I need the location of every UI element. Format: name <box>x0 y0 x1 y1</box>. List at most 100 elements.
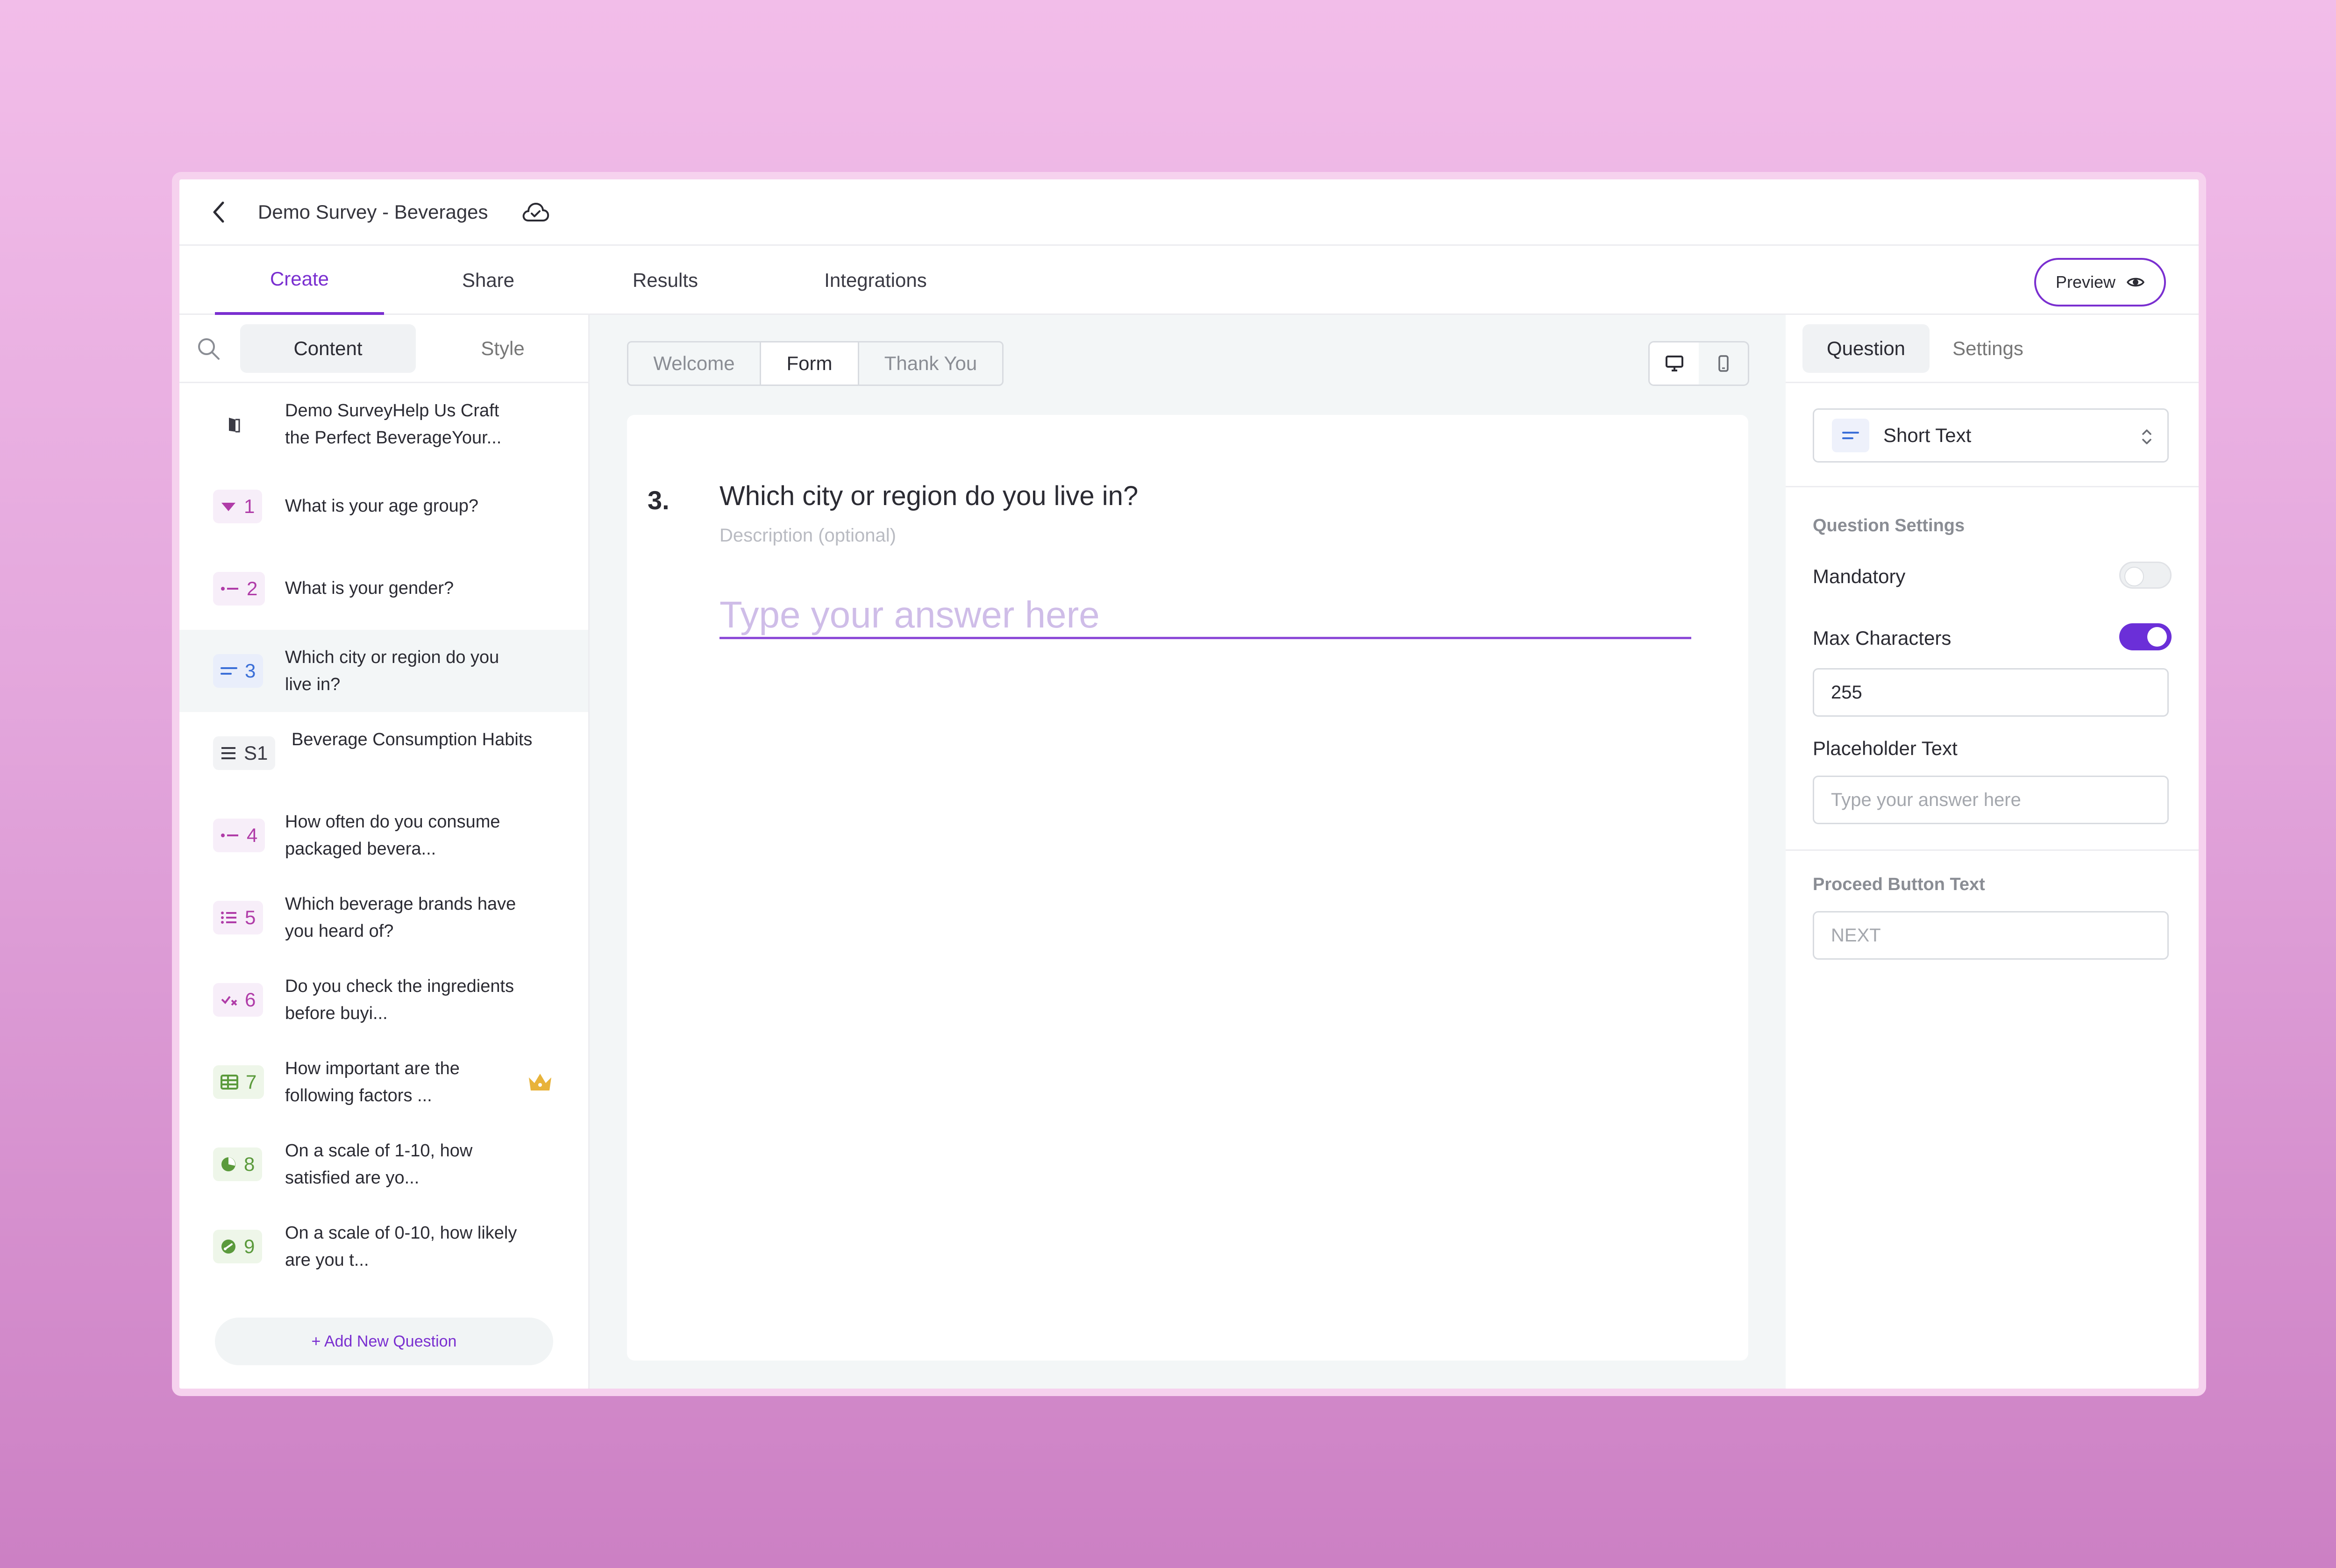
add-new-question-button[interactable]: + Add New Question <box>215 1318 553 1365</box>
crown-icon <box>529 1074 551 1090</box>
tab-share[interactable]: Share <box>427 246 549 315</box>
list-item-text: Do you check the ingredients before buyi… <box>285 976 514 1023</box>
list-item[interactable]: 6 Do you check the ingredients before bu… <box>179 959 588 1041</box>
tab-integrations[interactable]: Integrations <box>777 246 974 315</box>
list-item-text: Beverage Consumption Habits <box>292 730 533 749</box>
question-title[interactable]: Which city or region do you live in? <box>719 480 1138 512</box>
proceed-button-text-heading: Proceed Button Text <box>1813 875 1985 894</box>
question-number: 3. <box>648 485 669 515</box>
tab-thank-you[interactable]: Thank You <box>859 342 1002 385</box>
question-type-label: Short Text <box>1883 424 1972 446</box>
question-badge: 2 <box>213 572 265 606</box>
list-item[interactable]: 4 How often do you consume packaged beve… <box>179 794 588 877</box>
app-window: Demo Survey - Beverages Create Share Res… <box>172 172 2206 1396</box>
question-list-panel: Content Style Demo SurveyHelp Us Craft t… <box>179 315 590 1389</box>
list-item-selected[interactable]: 3 Which city or region do you live in? <box>179 630 588 712</box>
single-choice-icon <box>221 587 238 591</box>
settings-tabs: Question Settings <box>1786 315 2199 383</box>
list-item[interactable]: 5 Which beverage brands have you heard o… <box>179 877 588 959</box>
placeholder-text-input[interactable]: Type your answer here <box>1813 776 2169 824</box>
short-text-icon <box>221 667 237 675</box>
view-tabs: Welcome Form Thank You <box>627 341 1004 386</box>
tab-form[interactable]: Form <box>761 342 859 385</box>
divider <box>1786 849 2199 851</box>
back-button[interactable] <box>207 201 230 223</box>
question-description[interactable]: Description (optional) <box>719 525 896 546</box>
preview-button[interactable]: Preview <box>2034 258 2166 306</box>
question-badge: 4 <box>213 819 265 852</box>
badge-number: 5 <box>245 906 256 928</box>
badge-number: 2 <box>247 577 258 599</box>
content-style-switch: Content Style <box>179 315 588 383</box>
list-item-text: On a scale of 0-10, how likely are you t… <box>285 1223 517 1270</box>
desktop-icon <box>1665 356 1683 371</box>
tab-results[interactable]: Results <box>591 246 740 315</box>
single-choice-icon <box>221 834 238 837</box>
device-toggle <box>1648 341 1749 386</box>
tab-welcome[interactable]: Welcome <box>628 342 761 385</box>
style-segment[interactable]: Style <box>416 324 590 373</box>
proceed-button-text-input[interactable]: NEXT <box>1813 911 2169 960</box>
door-icon <box>224 407 243 441</box>
dropdown-icon <box>221 503 235 511</box>
divider <box>1786 486 2199 487</box>
list-item-text: How important are the following factors … <box>285 1059 460 1105</box>
list-item-text: Which city or region do you live in? <box>285 648 499 694</box>
mandatory-label: Mandatory <box>1813 565 1906 587</box>
list-item-text: On a scale of 1-10, how satisfied are yo… <box>285 1141 473 1188</box>
question-badge: 7 <box>213 1065 264 1099</box>
settings-panel: Question Settings Short Text Question Se… <box>1786 315 2199 1389</box>
max-characters-toggle[interactable] <box>2119 623 2172 650</box>
question-type-select[interactable]: Short Text <box>1813 408 2169 463</box>
nps-icon <box>221 1240 235 1254</box>
select-arrows-icon <box>2142 429 2151 444</box>
content-segment[interactable]: Content <box>240 324 416 373</box>
badge-number: 3 <box>245 660 256 682</box>
list-item[interactable]: 8 On a scale of 1-10, how satisfied are … <box>179 1123 588 1205</box>
search-icon[interactable] <box>195 335 221 362</box>
title-bar: Demo Survey - Beverages <box>179 179 2199 246</box>
question-badge: 3 <box>213 654 264 688</box>
max-characters-label: Max Characters <box>1813 627 1951 649</box>
question-badge: 5 <box>213 901 264 934</box>
list-item-text: What is your age group? <box>285 496 479 516</box>
mobile-view-button[interactable] <box>1699 342 1748 385</box>
tab-question[interactable]: Question <box>1802 324 1930 373</box>
list-item-section[interactable]: S1 Beverage Consumption Habits <box>179 712 588 794</box>
cloud-saved-icon <box>521 201 552 223</box>
list-item[interactable]: 9 On a scale of 0-10, how likely are you… <box>179 1205 588 1288</box>
question-badge: 9 <box>213 1230 263 1263</box>
badge-number: 1 <box>244 495 255 517</box>
rating-icon <box>221 1157 235 1171</box>
survey-title: Demo Survey - Beverages <box>258 200 488 223</box>
tab-create[interactable]: Create <box>215 246 384 315</box>
answer-input[interactable]: Type your answer here <box>719 592 1691 639</box>
question-badge: 8 <box>213 1147 263 1181</box>
list-item-text: What is your gender? <box>285 578 454 598</box>
list-item-text: Demo SurveyHelp Us Craft the Perfect Bev… <box>285 401 502 448</box>
question-badge: 6 <box>213 983 264 1017</box>
desktop-view-button[interactable] <box>1650 342 1699 385</box>
list-item[interactable]: 7 How important are the following factor… <box>179 1041 588 1123</box>
question-canvas: 3. Which city or region do you live in? … <box>627 415 1748 1361</box>
badge-number: 4 <box>247 824 258 846</box>
question-badge: 1 <box>213 490 263 523</box>
list-item[interactable]: 2 What is your gender? <box>179 548 588 630</box>
yes-no-icon <box>221 996 237 1006</box>
placeholder-text-label: Placeholder Text <box>1813 737 1958 759</box>
list-item[interactable]: 1 What is your age group? <box>179 465 588 548</box>
max-characters-input[interactable]: 255 <box>1813 668 2169 717</box>
matrix-icon <box>221 1075 238 1090</box>
mandatory-toggle[interactable] <box>2119 562 2172 589</box>
list-item-welcome[interactable]: Demo SurveyHelp Us Craft the Perfect Bev… <box>179 383 588 465</box>
badge-number: 7 <box>246 1071 257 1093</box>
badge-number: 8 <box>244 1153 255 1175</box>
toggle-knob <box>2147 627 2167 647</box>
question-settings-heading: Question Settings <box>1813 516 1965 535</box>
list-item-text: How often do you consume packaged bevera… <box>285 812 500 859</box>
preview-label: Preview <box>2055 272 2116 292</box>
tab-settings[interactable]: Settings <box>1930 324 2046 373</box>
form-editor: Welcome Form Thank You 3. Which city or … <box>590 315 1786 1389</box>
eye-icon <box>2127 278 2145 287</box>
section-icon <box>221 747 235 759</box>
